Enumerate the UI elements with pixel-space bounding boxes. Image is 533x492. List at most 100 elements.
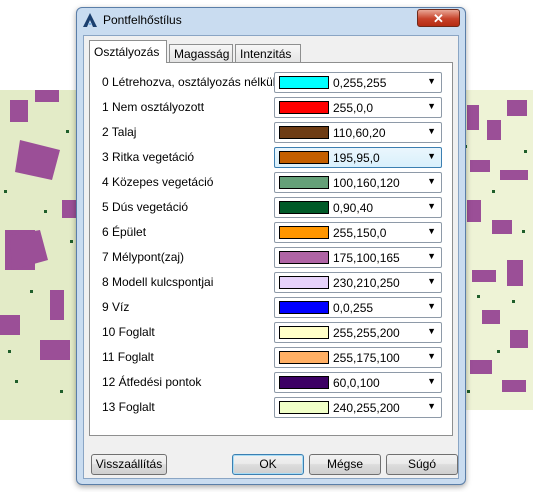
- chevron-down-icon[interactable]: ▼: [427, 276, 436, 286]
- chevron-down-icon[interactable]: ▼: [427, 176, 436, 186]
- class-label: 12 Átfedési pontok: [102, 375, 202, 389]
- color-dropdown[interactable]: 255,150,0 ▼: [274, 222, 442, 243]
- class-row: 3 Ritka vegetáció 195,95,0 ▼: [90, 147, 452, 171]
- chevron-down-icon[interactable]: ▼: [427, 76, 436, 86]
- color-value: 175,100,165: [333, 251, 400, 265]
- color-swatch: [279, 226, 329, 239]
- class-label: 5 Dús vegetáció: [102, 200, 189, 214]
- color-value: 230,210,250: [333, 276, 400, 290]
- color-dropdown[interactable]: 175,100,165 ▼: [274, 247, 442, 268]
- color-dropdown[interactable]: 255,255,200 ▼: [274, 322, 442, 343]
- color-value: 195,95,0: [333, 151, 380, 165]
- color-value: 255,150,0: [333, 226, 387, 240]
- color-dropdown[interactable]: 0,0,255 ▼: [274, 297, 442, 318]
- class-row: 4 Közepes vegetáció 100,160,120 ▼: [90, 172, 452, 196]
- class-row: 11 Foglalt 255,175,100 ▼: [90, 347, 452, 371]
- tab-elevation[interactable]: Magasság: [169, 44, 233, 62]
- chevron-down-icon[interactable]: ▼: [427, 401, 436, 411]
- close-button[interactable]: ✕: [417, 9, 460, 27]
- color-value: 110,60,20: [333, 126, 386, 140]
- color-value: 240,255,200: [333, 401, 400, 415]
- class-label: 7 Mélypont(zaj): [102, 250, 185, 264]
- class-label: 11 Foglalt: [102, 350, 154, 364]
- chevron-down-icon[interactable]: ▼: [427, 351, 436, 361]
- chevron-down-icon[interactable]: ▼: [427, 101, 436, 111]
- tab-classification[interactable]: Osztályozás: [89, 40, 167, 63]
- color-dropdown[interactable]: 255,0,0 ▼: [274, 97, 442, 118]
- chevron-down-icon[interactable]: ▼: [427, 201, 436, 211]
- point-cloud-style-dialog: Pontfelhőstílus ✕ Osztályozás Magasság I…: [76, 7, 466, 485]
- color-swatch: [279, 176, 329, 189]
- class-row: 5 Dús vegetáció 0,90,40 ▼: [90, 197, 452, 221]
- chevron-down-icon[interactable]: ▼: [427, 301, 436, 311]
- class-label: 1 Nem osztályozott: [102, 100, 205, 114]
- color-value: 255,0,0: [333, 101, 374, 115]
- color-swatch: [279, 351, 329, 364]
- class-row: 10 Foglalt 255,255,200 ▼: [90, 322, 452, 346]
- color-swatch: [279, 201, 329, 214]
- color-swatch: [279, 251, 329, 264]
- class-row: 9 Víz 0,0,255 ▼: [90, 297, 452, 321]
- color-swatch: [279, 276, 329, 289]
- chevron-down-icon[interactable]: ▼: [427, 126, 436, 136]
- chevron-down-icon[interactable]: ▼: [427, 326, 436, 336]
- ok-button[interactable]: OK: [232, 454, 304, 475]
- class-label: 0 Létrehozva, osztályozás nélkül: [102, 75, 276, 89]
- color-dropdown[interactable]: 230,210,250 ▼: [274, 272, 442, 293]
- class-label: 3 Ritka vegetáció: [102, 150, 195, 164]
- class-row: 2 Talaj 110,60,20 ▼: [90, 122, 452, 146]
- color-value: 60,0,100: [333, 376, 380, 390]
- point-cloud-background-right: [462, 90, 533, 410]
- reset-button[interactable]: Visszaállítás: [91, 454, 167, 475]
- color-swatch: [279, 301, 329, 314]
- class-row: 6 Épület 255,150,0 ▼: [90, 222, 452, 246]
- color-dropdown[interactable]: 60,0,100 ▼: [274, 372, 442, 393]
- color-dropdown[interactable]: 100,160,120 ▼: [274, 172, 442, 193]
- class-label: 4 Közepes vegetáció: [102, 175, 214, 189]
- color-dropdown[interactable]: 0,90,40 ▼: [274, 197, 442, 218]
- color-value: 255,175,100: [333, 351, 400, 365]
- chevron-down-icon[interactable]: ▼: [427, 226, 436, 236]
- color-dropdown[interactable]: 255,175,100 ▼: [274, 347, 442, 368]
- tab-intensity[interactable]: Intenzitás: [235, 44, 301, 62]
- point-cloud-background-left: [0, 90, 80, 420]
- help-button[interactable]: Súgó: [386, 454, 458, 475]
- color-swatch: [279, 401, 329, 414]
- chevron-down-icon[interactable]: ▼: [427, 251, 436, 261]
- class-row: 12 Átfedési pontok 60,0,100 ▼: [90, 372, 452, 396]
- title-bar[interactable]: Pontfelhőstílus ✕: [77, 8, 465, 34]
- class-row: 0 Létrehozva, osztályozás nélkül 0,255,25…: [90, 72, 452, 96]
- class-label: 9 Víz: [102, 300, 130, 314]
- class-row: 8 Modell kulcspontjai 230,210,250 ▼: [90, 272, 452, 296]
- chevron-down-icon[interactable]: ▼: [427, 151, 436, 161]
- color-dropdown[interactable]: 195,95,0 ▼: [274, 147, 442, 168]
- class-label: 8 Modell kulcspontjai: [102, 275, 214, 289]
- dialog-client-area: Osztályozás Magasság Intenzitás 0 Létreh…: [83, 35, 459, 479]
- color-swatch: [279, 101, 329, 114]
- window-title: Pontfelhőstílus: [103, 13, 182, 27]
- color-dropdown[interactable]: 0,255,255 ▼: [274, 72, 442, 93]
- cancel-button[interactable]: Mégse: [309, 454, 381, 475]
- class-label: 10 Foglalt: [102, 325, 155, 339]
- class-row: 7 Mélypont(zaj) 175,100,165 ▼: [90, 247, 452, 271]
- color-value: 0,255,255: [333, 76, 387, 90]
- classification-panel: 0 Létrehozva, osztályozás nélkül 0,255,25…: [89, 62, 453, 436]
- color-swatch: [279, 376, 329, 389]
- color-dropdown[interactable]: 240,255,200 ▼: [274, 397, 442, 418]
- color-swatch: [279, 151, 329, 164]
- class-row: 13 Foglalt 240,255,200 ▼: [90, 397, 452, 421]
- color-value: 0,90,40: [333, 201, 374, 215]
- color-swatch: [279, 326, 329, 339]
- color-swatch: [279, 126, 329, 139]
- chevron-down-icon[interactable]: ▼: [427, 376, 436, 386]
- color-value: 0,0,255: [333, 301, 374, 315]
- autocad-icon: [83, 13, 97, 27]
- class-label: 13 Foglalt: [102, 400, 155, 414]
- color-dropdown[interactable]: 110,60,20 ▼: [274, 122, 442, 143]
- class-row: 1 Nem osztályozott 255,0,0 ▼: [90, 97, 452, 121]
- color-value: 255,255,200: [333, 326, 400, 340]
- class-label: 2 Talaj: [102, 125, 137, 139]
- color-swatch: [279, 76, 329, 89]
- class-label: 6 Épület: [102, 225, 147, 239]
- color-value: 100,160,120: [333, 176, 400, 190]
